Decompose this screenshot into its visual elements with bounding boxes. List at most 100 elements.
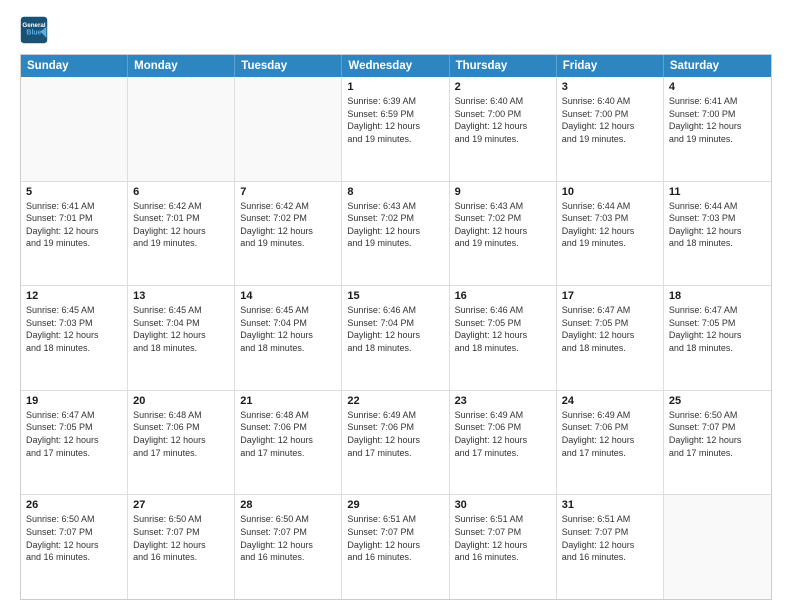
calendar-cell: 8Sunrise: 6:43 AM Sunset: 7:02 PM Daylig… (342, 182, 449, 286)
day-number: 2 (455, 81, 551, 93)
day-number: 12 (26, 290, 122, 302)
cell-info: Sunrise: 6:50 AM Sunset: 7:07 PM Dayligh… (133, 513, 229, 563)
calendar-cell: 5 Sunrise: 6:41 AM Sunset: 7:01 PM Daylig… (21, 182, 128, 286)
cell-info: Sunrise: 6:48 AM Sunset: 7:06 PM Dayligh… (133, 409, 229, 459)
calendar-cell (664, 495, 771, 599)
cell-info: Sunrise: 6:50 AM Sunset: 7:07 PM Dayligh… (240, 513, 336, 563)
calendar-cell: 25 Sunrise: 6:50 AM Sunset: 7:07 PM Dayli… (664, 391, 771, 495)
calendar-cell (235, 77, 342, 181)
day-number: 27 (133, 499, 229, 511)
calendar-cell: 22 Sunrise: 6:49 AM Sunset: 7:06 PM Dayli… (342, 391, 449, 495)
calendar-cell: 15Sunrise: 6:46 AM Sunset: 7:04 PM Dayli… (342, 286, 449, 390)
calendar-cell: 30Sunrise: 6:51 AM Sunset: 7:07 PM Dayli… (450, 495, 557, 599)
calendar-cell: 14 Sunrise: 6:45 AM Sunset: 7:04 PM Dayli… (235, 286, 342, 390)
page: General Blue SundayMondayTuesdayWednesda… (0, 0, 792, 612)
cell-info: Sunrise: 6:49 AM Sunset: 7:06 PM Dayligh… (562, 409, 658, 459)
day-number: 21 (240, 395, 336, 407)
day-number: 28 (240, 499, 336, 511)
day-number: 23 (455, 395, 551, 407)
cell-info: Sunrise: 6:46 AM Sunset: 7:05 PM Dayligh… (455, 304, 551, 354)
day-number: 6 (133, 186, 229, 198)
calendar-header: SundayMondayTuesdayWednesdayThursdayFrid… (21, 55, 771, 77)
calendar-cell: 17 Sunrise: 6:47 AM Sunset: 7:05 PM Dayli… (557, 286, 664, 390)
day-number: 17 (562, 290, 658, 302)
cell-info: Sunrise: 6:40 AM Sunset: 7:00 PM Dayligh… (455, 95, 551, 145)
day-number: 9 (455, 186, 551, 198)
day-number: 24 (562, 395, 658, 407)
calendar-cell: 23 Sunrise: 6:49 AM Sunset: 7:06 PM Dayli… (450, 391, 557, 495)
header-day-tuesday: Tuesday (235, 55, 342, 77)
day-number: 5 (26, 186, 122, 198)
day-number: 14 (240, 290, 336, 302)
cell-info: Sunrise: 6:45 AM Sunset: 7:04 PM Dayligh… (240, 304, 336, 354)
calendar-cell: 11 Sunrise: 6:44 AM Sunset: 7:03 PM Dayli… (664, 182, 771, 286)
day-number: 16 (455, 290, 551, 302)
calendar-cell: 27 Sunrise: 6:50 AM Sunset: 7:07 PM Dayli… (128, 495, 235, 599)
day-number: 15 (347, 290, 443, 302)
cell-info: Sunrise: 6:41 AM Sunset: 7:01 PM Dayligh… (26, 200, 122, 250)
cell-info: Sunrise: 6:51 AM Sunset: 7:07 PM Dayligh… (562, 513, 658, 563)
svg-text:General: General (22, 22, 45, 29)
cell-info: Sunrise: 6:47 AM Sunset: 7:05 PM Dayligh… (26, 409, 122, 459)
calendar-cell: 19Sunrise: 6:47 AM Sunset: 7:05 PM Dayli… (21, 391, 128, 495)
logo: General Blue (20, 16, 52, 44)
cell-info: Sunrise: 6:47 AM Sunset: 7:05 PM Dayligh… (669, 304, 766, 354)
day-number: 7 (240, 186, 336, 198)
day-number: 18 (669, 290, 766, 302)
cell-info: Sunrise: 6:47 AM Sunset: 7:05 PM Dayligh… (562, 304, 658, 354)
cell-info: Sunrise: 6:41 AM Sunset: 7:00 PM Dayligh… (669, 95, 766, 145)
calendar-cell: 28 Sunrise: 6:50 AM Sunset: 7:07 PM Dayli… (235, 495, 342, 599)
cell-info: Sunrise: 6:49 AM Sunset: 7:06 PM Dayligh… (455, 409, 551, 459)
calendar-cell: 4 Sunrise: 6:41 AM Sunset: 7:00 PM Daylig… (664, 77, 771, 181)
header-day-thursday: Thursday (450, 55, 557, 77)
cell-info: Sunrise: 6:42 AM Sunset: 7:01 PM Dayligh… (133, 200, 229, 250)
day-number: 25 (669, 395, 766, 407)
calendar-row-5: 26 Sunrise: 6:50 AM Sunset: 7:07 PM Dayli… (21, 494, 771, 599)
calendar-row-4: 19Sunrise: 6:47 AM Sunset: 7:05 PM Dayli… (21, 390, 771, 495)
cell-info: Sunrise: 6:39 AM Sunset: 6:59 PM Dayligh… (347, 95, 443, 145)
calendar-cell: 1 Sunrise: 6:39 AM Sunset: 6:59 PM Daylig… (342, 77, 449, 181)
day-number: 11 (669, 186, 766, 198)
calendar-cell: 24 Sunrise: 6:49 AM Sunset: 7:06 PM Dayli… (557, 391, 664, 495)
cell-info: Sunrise: 6:43 AM Sunset: 7:02 PM Dayligh… (347, 200, 443, 250)
calendar-body: 1 Sunrise: 6:39 AM Sunset: 6:59 PM Daylig… (21, 77, 771, 599)
calendar-cell: 6 Sunrise: 6:42 AM Sunset: 7:01 PM Daylig… (128, 182, 235, 286)
calendar: SundayMondayTuesdayWednesdayThursdayFrid… (20, 54, 772, 600)
cell-info: Sunrise: 6:50 AM Sunset: 7:07 PM Dayligh… (669, 409, 766, 459)
header-day-saturday: Saturday (664, 55, 771, 77)
header-day-monday: Monday (128, 55, 235, 77)
day-number: 22 (347, 395, 443, 407)
calendar-cell (21, 77, 128, 181)
day-number: 31 (562, 499, 658, 511)
cell-info: Sunrise: 6:50 AM Sunset: 7:07 PM Dayligh… (26, 513, 122, 563)
day-number: 4 (669, 81, 766, 93)
calendar-cell: 7 Sunrise: 6:42 AM Sunset: 7:02 PM Daylig… (235, 182, 342, 286)
cell-info: Sunrise: 6:51 AM Sunset: 7:07 PM Dayligh… (347, 513, 443, 563)
calendar-row-3: 12 Sunrise: 6:45 AM Sunset: 7:03 PM Dayli… (21, 285, 771, 390)
day-number: 10 (562, 186, 658, 198)
cell-info: Sunrise: 6:45 AM Sunset: 7:04 PM Dayligh… (133, 304, 229, 354)
cell-info: Sunrise: 6:49 AM Sunset: 7:06 PM Dayligh… (347, 409, 443, 459)
cell-info: Sunrise: 6:40 AM Sunset: 7:00 PM Dayligh… (562, 95, 658, 145)
day-number: 1 (347, 81, 443, 93)
calendar-cell: 18 Sunrise: 6:47 AM Sunset: 7:05 PM Dayli… (664, 286, 771, 390)
day-number: 26 (26, 499, 122, 511)
cell-info: Sunrise: 6:44 AM Sunset: 7:03 PM Dayligh… (562, 200, 658, 250)
calendar-cell: 3 Sunrise: 6:40 AM Sunset: 7:00 PM Daylig… (557, 77, 664, 181)
svg-text:Blue: Blue (26, 30, 41, 37)
calendar-cell: 16 Sunrise: 6:46 AM Sunset: 7:05 PM Dayli… (450, 286, 557, 390)
calendar-row-2: 5 Sunrise: 6:41 AM Sunset: 7:01 PM Daylig… (21, 181, 771, 286)
calendar-cell: 9 Sunrise: 6:43 AM Sunset: 7:02 PM Daylig… (450, 182, 557, 286)
cell-info: Sunrise: 6:48 AM Sunset: 7:06 PM Dayligh… (240, 409, 336, 459)
cell-info: Sunrise: 6:43 AM Sunset: 7:02 PM Dayligh… (455, 200, 551, 250)
calendar-cell: 10 Sunrise: 6:44 AM Sunset: 7:03 PM Dayli… (557, 182, 664, 286)
day-number: 29 (347, 499, 443, 511)
cell-info: Sunrise: 6:44 AM Sunset: 7:03 PM Dayligh… (669, 200, 766, 250)
logo-icon: General Blue (20, 16, 48, 44)
header-day-wednesday: Wednesday (342, 55, 449, 77)
day-number: 3 (562, 81, 658, 93)
day-number: 30 (455, 499, 551, 511)
cell-info: Sunrise: 6:42 AM Sunset: 7:02 PM Dayligh… (240, 200, 336, 250)
calendar-cell: 29 Sunrise: 6:51 AM Sunset: 7:07 PM Dayli… (342, 495, 449, 599)
cell-info: Sunrise: 6:45 AM Sunset: 7:03 PM Dayligh… (26, 304, 122, 354)
